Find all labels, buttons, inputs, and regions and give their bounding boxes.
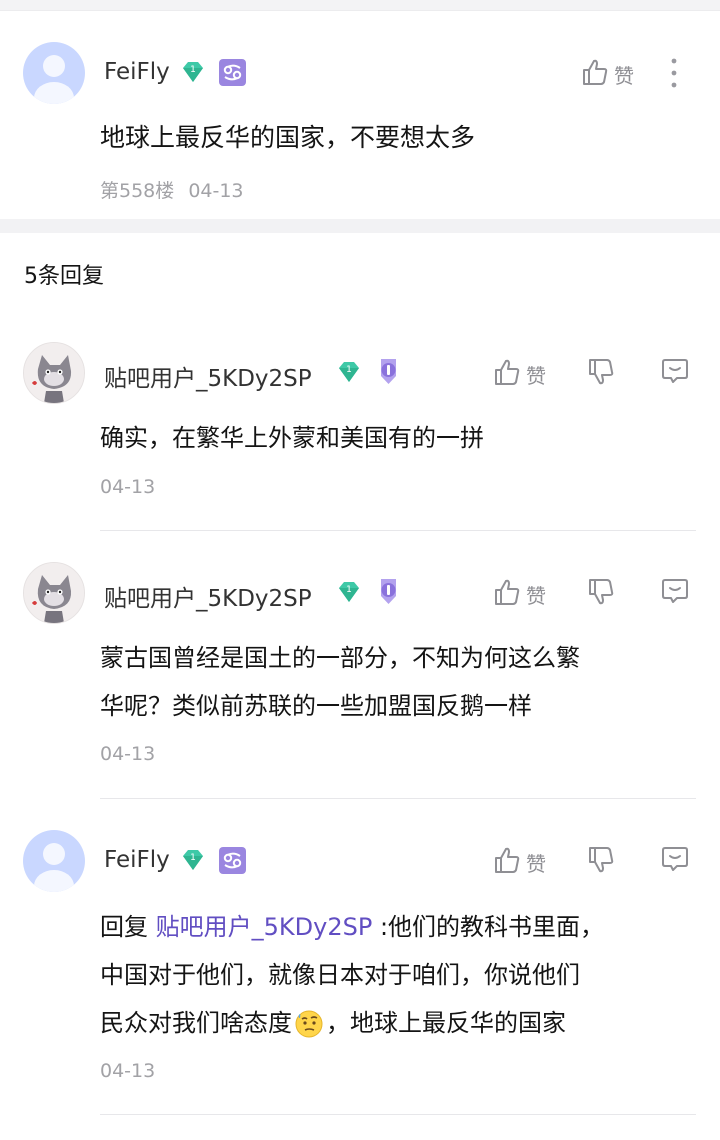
cat-avatar-icon xyxy=(24,343,84,403)
main-username[interactable]: FeiFly xyxy=(104,59,170,85)
reply-username[interactable]: 贴吧用户_5KDy2SP xyxy=(104,579,312,613)
reply-text: 民众对我们啥态度 xyxy=(100,1009,292,1037)
level-gem-icon: 1 xyxy=(183,62,203,82)
reply-divider xyxy=(100,530,696,531)
thinking-emoji-icon xyxy=(295,1010,323,1038)
svg-text:1: 1 xyxy=(346,585,352,595)
section-separator xyxy=(0,219,720,233)
reply-like-button[interactable] xyxy=(492,845,522,879)
reply-text: ，地球上最反华的国家 xyxy=(326,1009,566,1037)
reply-like-label[interactable]: 赞 xyxy=(526,360,546,389)
reply-date: 04-13 xyxy=(100,476,156,498)
comment-icon[interactable] xyxy=(660,576,690,606)
level-gem-icon: 1 xyxy=(183,850,203,870)
thumbs-up-icon xyxy=(495,847,520,873)
cancer-zodiac-icon xyxy=(219,59,246,86)
reply-username[interactable]: FeiFly xyxy=(104,847,170,873)
svg-text:1: 1 xyxy=(346,365,352,375)
cancer-zodiac-icon xyxy=(219,847,246,874)
reply-date: 04-13 xyxy=(100,1060,156,1082)
reply-avatar[interactable] xyxy=(23,342,85,404)
main-like-label[interactable]: 赞 xyxy=(614,60,634,89)
svg-text:1: 1 xyxy=(190,853,196,863)
reply-content-line: 中国对于他们，就像日本对于咱们，你说他们 xyxy=(100,961,580,989)
top-strip xyxy=(0,0,720,11)
reply-content-line: 回复 贴吧用户_5KDy2SP :他们的教科书里面， xyxy=(100,903,604,951)
reply-date: 04-13 xyxy=(100,743,156,765)
reply-text: :他们的教科书里面， xyxy=(372,913,605,941)
floor-number: 第558楼 xyxy=(100,180,175,202)
rank-medal-icon xyxy=(381,359,396,384)
main-post-content: 地球上最反华的国家，不要想太多 xyxy=(100,123,476,152)
reply-prefix: 回复 xyxy=(100,913,156,941)
reply-username[interactable]: 贴吧用户_5KDy2SP xyxy=(104,359,312,393)
main-post-meta: 第558楼 04-13 xyxy=(100,176,244,203)
rank-medal-icon xyxy=(381,579,396,604)
reply-like-label[interactable]: 赞 xyxy=(526,848,546,877)
reply-content-line: 民众对我们啥态度 ，地球上最反华的国家 xyxy=(100,999,566,1047)
reply-content: 确实，在繁华上外蒙和美国有的一拼 xyxy=(100,424,484,452)
mentioned-user-link[interactable]: 贴吧用户_5KDy2SP xyxy=(156,913,373,941)
user-avatar[interactable] xyxy=(23,42,85,104)
thumbs-down-icon[interactable] xyxy=(586,357,616,387)
reply-like-button[interactable] xyxy=(492,577,522,611)
replies-count-header: 5条回复 xyxy=(24,264,104,289)
cat-avatar-icon xyxy=(24,563,84,623)
thumbs-up-icon xyxy=(495,359,520,385)
thumbs-down-icon[interactable] xyxy=(586,845,616,875)
reply-avatar[interactable] xyxy=(23,830,85,892)
post-date: 04-13 xyxy=(188,180,244,202)
level-gem-icon: 1 xyxy=(339,582,359,602)
reply-like-button[interactable] xyxy=(492,357,522,391)
more-vertical-icon[interactable] xyxy=(664,56,684,90)
main-like-button[interactable] xyxy=(580,57,610,91)
comment-icon[interactable] xyxy=(660,356,690,386)
thumbs-down-icon[interactable] xyxy=(586,577,616,607)
reply-like-label[interactable]: 赞 xyxy=(526,580,546,609)
thumbs-up-icon xyxy=(583,59,608,85)
svg-text:1: 1 xyxy=(190,65,196,75)
reply-avatar[interactable] xyxy=(23,562,85,624)
reply-divider xyxy=(100,798,696,799)
level-gem-icon: 1 xyxy=(339,362,359,382)
reply-content-line: 华呢？类似前苏联的一些加盟国反鹅一样 xyxy=(100,692,532,720)
reply-content-line: 蒙古国曾经是国土的一部分，不知为何这么繁 xyxy=(100,644,580,672)
comment-icon[interactable] xyxy=(660,844,690,874)
thumbs-up-icon xyxy=(495,579,520,605)
default-avatar-icon xyxy=(34,55,74,104)
reply-divider xyxy=(100,1114,696,1115)
default-avatar-icon xyxy=(34,843,74,892)
